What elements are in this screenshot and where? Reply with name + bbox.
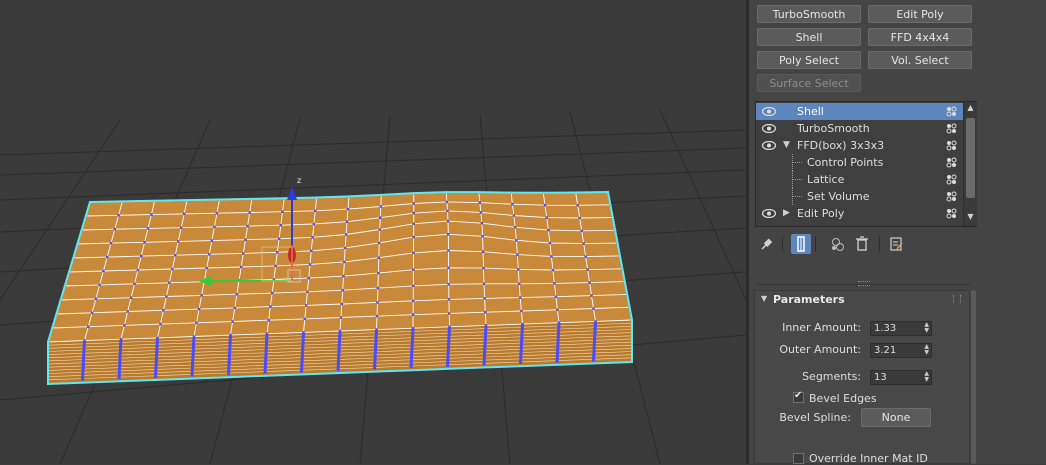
panel-scroll-thumb[interactable] [971, 290, 976, 464]
stack-toolbar [755, 234, 955, 256]
eye-icon[interactable] [762, 209, 776, 218]
modifier-instance-icon [946, 174, 957, 185]
inner-amount-label: Inner Amount: [782, 321, 861, 334]
stack-item[interactable]: TurboSmooth [756, 120, 963, 137]
spinner-arrows-icon[interactable]: ▲ ▼ [924, 322, 929, 334]
configure-modifier-sets-icon[interactable] [886, 234, 906, 254]
pin-stack-icon[interactable] [757, 234, 777, 254]
outer-amount-value[interactable]: 3.21 [874, 345, 896, 356]
ffd-4x4x4-button[interactable]: FFD 4x4x4 [868, 28, 972, 46]
stack-item[interactable]: Set Volume [756, 188, 963, 205]
bevel-spline-label: Bevel Spline: [779, 411, 851, 424]
viewport-canvas[interactable]: z [0, 0, 746, 464]
stack-item[interactable]: ▼ FFD(box) 3x3x3 [756, 137, 963, 154]
segments-label: Segments: [802, 370, 861, 383]
shell-button[interactable]: Shell [757, 28, 861, 46]
expand-down-icon[interactable]: ▼ [783, 137, 790, 154]
stack-item[interactable]: ▶ Edit Poly [756, 205, 963, 222]
tree-branch [793, 179, 802, 180]
surface-select-button[interactable]: Surface Select [757, 74, 861, 92]
modifier-instance-icon [946, 191, 957, 202]
stack-item-label: FFD(box) 3x3x3 [797, 139, 885, 152]
parameters-rollout: ▼ Parameters Inner Amount: 1.33 ▲ ▼ Outer… [754, 290, 970, 465]
modifier-instance-icon [946, 208, 957, 219]
bevel-edges-checkbox[interactable]: ✔ [793, 390, 804, 403]
modifier-instance-icon [946, 123, 957, 134]
turbosmooth-button[interactable]: TurboSmooth [757, 5, 861, 23]
tree-branch [793, 162, 802, 163]
inner-amount-value[interactable]: 1.33 [874, 323, 896, 334]
edit-poly-button[interactable]: Edit Poly [868, 5, 972, 23]
stack-item[interactable]: Shell [756, 103, 963, 120]
poly-select-button[interactable]: Poly Select [757, 51, 861, 69]
segments-spinner[interactable]: 13 ▲ ▼ [870, 370, 932, 385]
stack-item-label: Shell [797, 105, 824, 118]
bevel-spline-button[interactable]: None [861, 408, 931, 427]
stack-item-label: Lattice [807, 173, 845, 186]
modifier-instance-icon [946, 157, 957, 168]
stack-item[interactable]: Control Points [756, 154, 963, 171]
spinner-arrows-icon[interactable]: ▲ ▼ [924, 371, 929, 383]
segments-value[interactable]: 13 [874, 372, 887, 383]
outer-amount-label: Outer Amount: [779, 343, 861, 356]
rollout-separator [757, 284, 970, 285]
parameters-title: Parameters [773, 293, 845, 306]
checkmark-icon: ✔ [794, 390, 803, 401]
eye-icon[interactable] [762, 107, 776, 116]
inner-amount-spinner[interactable]: 1.33 ▲ ▼ [870, 321, 932, 336]
stack-scrollbar[interactable]: ▲ ▼ [963, 102, 977, 226]
stack-item-label: Control Points [807, 156, 884, 169]
collapse-triangle-icon[interactable]: ▼ [761, 294, 767, 303]
spinner-arrows-icon[interactable]: ▲ ▼ [924, 344, 929, 356]
stack-scroll-thumb[interactable] [966, 118, 975, 198]
scroll-down-icon[interactable]: ▼ [966, 212, 975, 221]
override-inner-mat-id-label[interactable]: Override Inner Mat ID [809, 452, 928, 465]
bevel-edges-label[interactable]: Bevel Edges [809, 392, 877, 405]
scroll-up-icon[interactable]: ▲ [966, 103, 975, 112]
modifier-instance-icon [946, 140, 957, 151]
perspective-viewport[interactable]: z [0, 0, 746, 464]
panel-scrollbar[interactable] [971, 290, 976, 464]
expand-right-icon[interactable]: ▶ [783, 205, 790, 222]
override-inner-mat-id-checkbox[interactable] [793, 453, 804, 464]
modifier-instance-icon [946, 106, 957, 117]
vol-select-button[interactable]: Vol. Select [868, 51, 972, 69]
make-unique-icon[interactable] [828, 234, 848, 254]
parameters-rollout-header[interactable]: ▼ Parameters [755, 291, 969, 309]
show-end-result-icon[interactable] [791, 234, 811, 254]
gizmo-z-label: z [297, 176, 301, 185]
stack-item-label: Edit Poly [797, 207, 845, 220]
remove-modifier-icon[interactable] [852, 234, 872, 254]
eye-icon[interactable] [762, 141, 776, 150]
tree-branch [793, 196, 802, 197]
outer-amount-spinner[interactable]: 3.21 ▲ ▼ [870, 343, 932, 358]
modifier-stack-list[interactable]: Shell TurboSmooth ▼ FFD(box) 3x3x3 Control P… [755, 101, 977, 227]
eye-icon[interactable] [762, 124, 776, 133]
stack-item-label: TurboSmooth [797, 122, 870, 135]
rollout-drag-icon[interactable] [953, 295, 961, 303]
stack-item-label: Set Volume [807, 190, 870, 203]
stack-item[interactable]: Lattice [756, 171, 963, 188]
